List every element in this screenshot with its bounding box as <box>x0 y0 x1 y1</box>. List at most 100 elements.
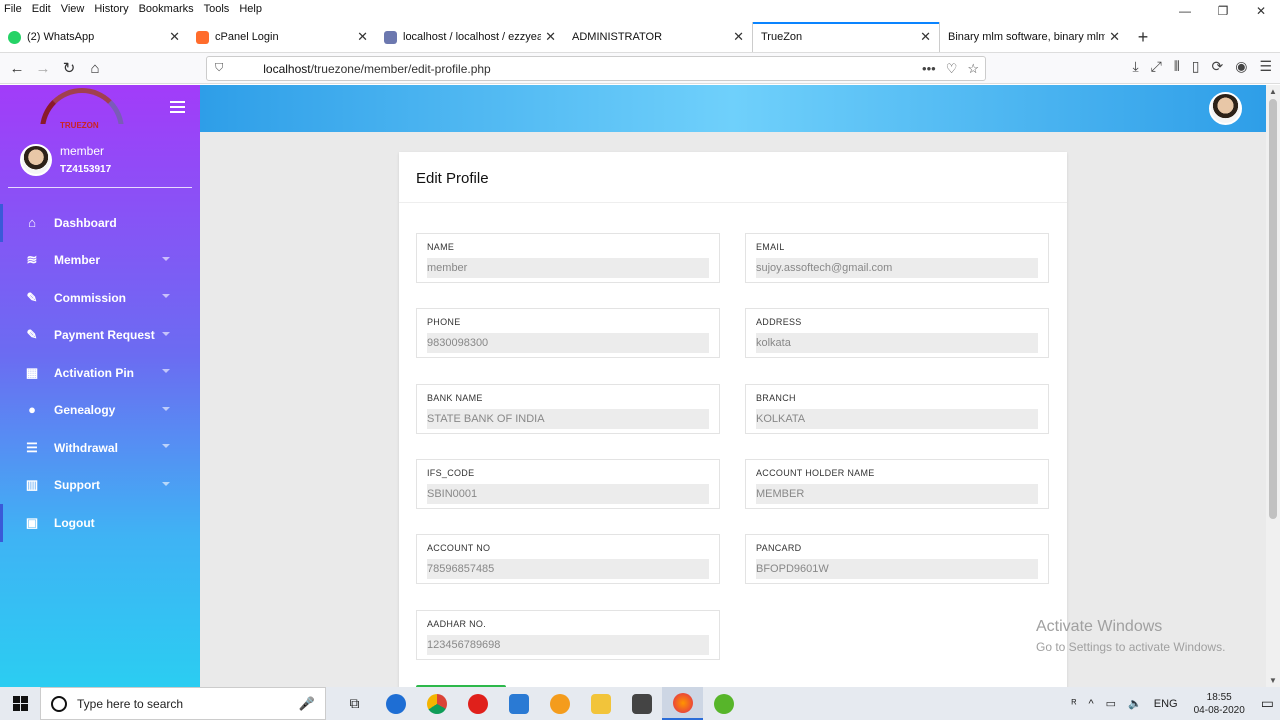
shield-icon[interactable]: ⛉ <box>215 62 223 75</box>
home-browser-icon[interactable]: ⌂ <box>82 60 108 77</box>
aadhar-field: AADHAR NO. 123456789698 <box>416 610 720 660</box>
tab-cpanel[interactable]: cPanel Login ✕ <box>188 22 376 52</box>
sidebar-item-support[interactable]: ▥ Support <box>0 467 200 505</box>
close-window-icon[interactable]: ✕ <box>1242 0 1280 22</box>
sidebar-item-member[interactable]: ≋ Member <box>0 242 200 280</box>
media-icon[interactable] <box>539 687 580 720</box>
system-tray: ᴿ ^ ▭ 🔈 ENG 18:55 04-08-2020 ▭ <box>1066 687 1280 720</box>
tab-phpmyadmin[interactable]: localhost / localhost / ezzyeam ✕ <box>376 22 564 52</box>
hamburger-menu-icon[interactable]: ☰ <box>1259 58 1272 75</box>
tab-administrator[interactable]: ADMINISTRATOR ✕ <box>564 22 752 52</box>
download-icon[interactable]: ⤓ <box>1132 58 1138 75</box>
taskbar-search[interactable]: Type here to search 🎤 <box>40 687 326 720</box>
notifications-icon[interactable]: ▭ <box>1261 695 1274 712</box>
chrome-icon[interactable] <box>416 687 457 720</box>
mail-icon[interactable] <box>498 687 539 720</box>
email-input[interactable]: sujoy.assoftech@gmail.com <box>756 258 1038 278</box>
app-icon[interactable] <box>703 687 744 720</box>
tab-binary-mlm[interactable]: Binary mlm software, binary mlm so ✕ <box>940 22 1128 52</box>
address-input[interactable]: kolkata <box>756 333 1038 353</box>
sidebar-item-commission[interactable]: ✎ Commission <box>0 279 200 317</box>
account-no-input[interactable]: 78596857485 <box>427 559 709 579</box>
edge-icon[interactable] <box>375 687 416 720</box>
new-tab-icon[interactable]: + <box>1128 22 1158 52</box>
people-icon[interactable]: ᴿ <box>1072 698 1077 710</box>
start-button[interactable] <box>0 687 40 720</box>
address-field: ADDRESS kolkata <box>745 308 1049 358</box>
account-holder-input[interactable]: MEMBER <box>756 484 1038 504</box>
tab-bar: (2) WhatsApp ✕ cPanel Login ✕ localhost / … <box>0 22 1280 52</box>
back-icon[interactable]: ← <box>4 60 30 77</box>
table-icon: ▦ <box>25 364 39 380</box>
tab-close-icon[interactable]: ✕ <box>357 29 368 45</box>
fullscreen-icon[interactable]: ⤢ <box>1151 58 1162 75</box>
taskbar: Type here to search 🎤 ⧉ ᴿ ^ ▭ 🔈 ENG 18:5… <box>0 687 1280 720</box>
pocket-icon[interactable]: ♡ <box>946 61 958 77</box>
tray-chevron-icon[interactable]: ^ <box>1088 698 1093 710</box>
menu-view[interactable]: View <box>61 3 85 15</box>
sidebar-item-dashboard[interactable]: ⌂ Dashboard <box>0 204 200 242</box>
bar-chart-icon: ▥ <box>25 477 39 493</box>
clock[interactable]: 18:55 04-08-2020 <box>1194 691 1245 717</box>
url-bar[interactable]: ⛉ localhost/truezone/member/edit-profile… <box>206 56 986 81</box>
branch-input[interactable]: KOLKATA <box>756 409 1038 429</box>
bookmark-star-icon[interactable]: ☆ <box>967 61 979 77</box>
scroll-up-icon[interactable]: ▲ <box>1269 87 1277 96</box>
phone-input[interactable]: 9830098300 <box>427 333 709 353</box>
header-avatar[interactable] <box>1209 92 1242 125</box>
sidebar-item-genealogy[interactable]: ● Genealogy <box>0 392 200 430</box>
pancard-input[interactable]: BFOPD9601W <box>756 559 1038 579</box>
file-explorer-icon[interactable] <box>580 687 621 720</box>
minimize-icon[interactable]: — <box>1166 0 1204 22</box>
menu-bookmarks[interactable]: Bookmarks <box>139 3 194 15</box>
language-indicator[interactable]: ENG <box>1154 698 1178 710</box>
sidebar-toggle-icon[interactable]: ▯ <box>1192 58 1200 75</box>
firefox-icon[interactable] <box>662 687 703 720</box>
toolbar-right: ⤓ ⤢ ⫴ ▯ ⟳ ◉ ☰ <box>1132 58 1272 75</box>
tab-close-icon[interactable]: ✕ <box>169 29 180 45</box>
tab-truezon[interactable]: TrueZon ✕ <box>752 22 940 52</box>
tab-close-icon[interactable]: ✕ <box>1109 29 1120 45</box>
account-holder-field: ACCOUNT HOLDER NAME MEMBER <box>745 459 1049 509</box>
microphone-icon[interactable]: 🎤 <box>299 696 315 712</box>
reload-icon[interactable]: ↻ <box>56 59 82 77</box>
logo-text: TRUEZON <box>60 121 99 130</box>
menu-help[interactable]: Help <box>239 3 262 15</box>
bank-name-input[interactable]: STATE BANK OF INDIA <box>427 409 709 429</box>
sidebar-item-logout[interactable]: ▣ Logout <box>0 504 200 542</box>
tab-close-icon[interactable]: ✕ <box>733 29 744 45</box>
hamburger-icon[interactable] <box>170 101 185 116</box>
whatsapp-icon <box>8 30 21 44</box>
network-icon[interactable]: ▭ <box>1106 697 1116 710</box>
tab-whatsapp[interactable]: (2) WhatsApp ✕ <box>0 22 188 52</box>
sidebar-item-payment-request[interactable]: ✎ Payment Request <box>0 317 200 355</box>
menu-edit[interactable]: Edit <box>32 3 51 15</box>
menu-tools[interactable]: Tools <box>204 3 230 15</box>
tab-close-icon[interactable]: ✕ <box>920 29 931 45</box>
page-scrollbar[interactable]: ▲ ▼ <box>1266 85 1280 687</box>
restore-icon[interactable]: ❐ <box>1204 0 1242 22</box>
forward-icon[interactable]: → <box>30 60 56 77</box>
scroll-down-icon[interactable]: ▼ <box>1269 676 1277 685</box>
menu-file[interactable]: File <box>4 3 22 15</box>
more-actions-icon[interactable]: ••• <box>922 61 936 77</box>
opera-icon[interactable] <box>457 687 498 720</box>
ifs-code-input[interactable]: SBIN0001 <box>427 484 709 504</box>
window-controls: — ❐ ✕ <box>1166 0 1280 22</box>
name-input[interactable]: member <box>427 258 709 278</box>
store-icon[interactable] <box>621 687 662 720</box>
aadhar-input[interactable]: 123456789698 <box>427 635 709 655</box>
menu-history[interactable]: History <box>94 3 128 15</box>
logo[interactable]: TRUEZON <box>0 85 200 132</box>
volume-icon[interactable]: 🔈 <box>1128 697 1142 710</box>
tab-close-icon[interactable]: ✕ <box>545 29 556 45</box>
app-header <box>200 85 1266 132</box>
task-view-icon[interactable]: ⧉ <box>334 687 375 720</box>
account-icon[interactable]: ◉ <box>1235 58 1247 75</box>
library-icon[interactable]: ⫴ <box>1174 58 1180 75</box>
sidebar-item-withdrawal[interactable]: ☰ Withdrawal <box>0 429 200 467</box>
avatar <box>20 143 52 176</box>
sync-icon[interactable]: ⟳ <box>1211 58 1223 75</box>
scrollbar-thumb[interactable] <box>1269 99 1277 519</box>
sidebar-item-activation-pin[interactable]: ▦ Activation Pin <box>0 354 200 392</box>
